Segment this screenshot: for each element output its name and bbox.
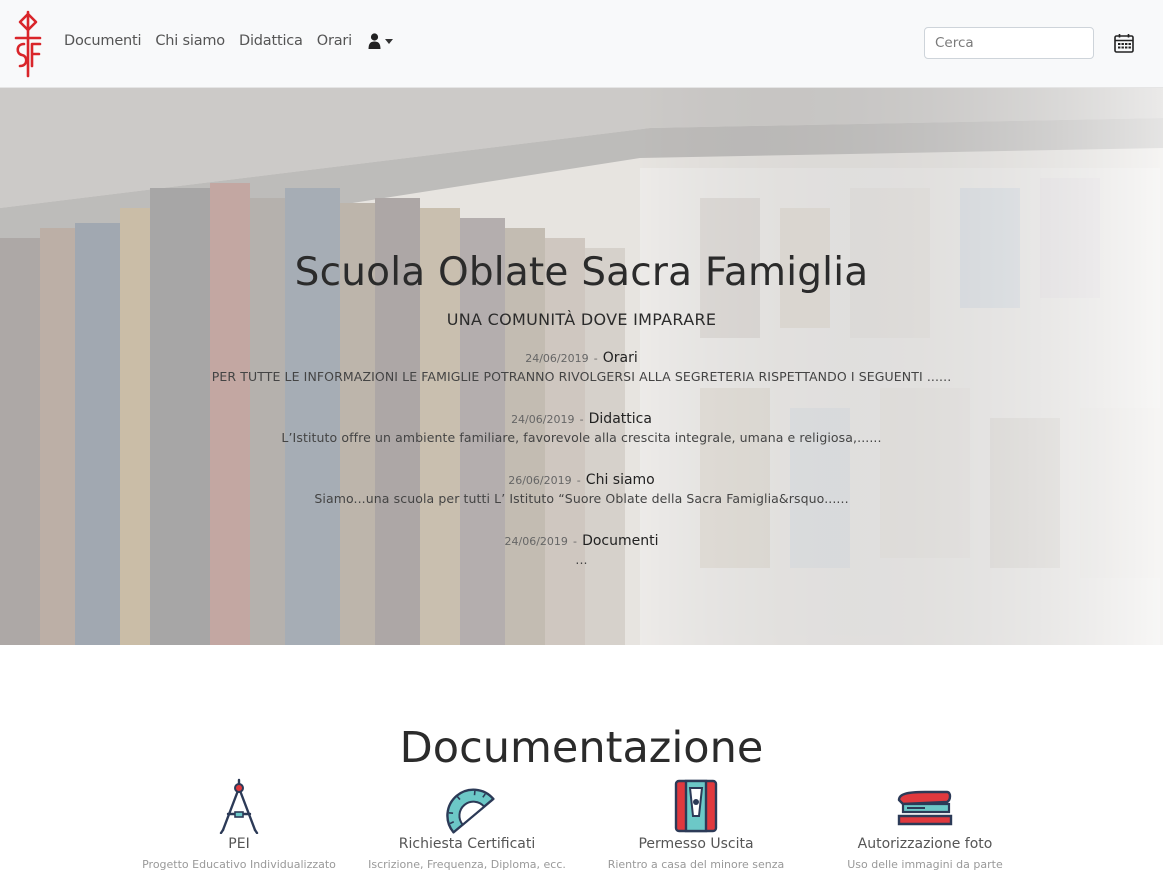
sharpener-icon <box>674 779 718 833</box>
doc-item-pei[interactable]: PEI Progetto Educativo Individualizzato <box>139 778 339 871</box>
documentation-list: PEI Progetto Educativo Individualizzato … <box>0 778 1163 871</box>
doc-item-label: Permesso Uscita <box>638 836 754 852</box>
nav-link-documenti[interactable]: Documenti <box>64 33 142 49</box>
news-date: 24/06/2019 <box>525 352 589 365</box>
news-title-link[interactable]: Orari <box>603 350 638 366</box>
news-item: 24/06/2019 - Orari PER TUTTE LE INFORMAZ… <box>0 347 1163 384</box>
navbar: Documenti Chi siamo Didattica Orari <box>0 0 1163 88</box>
doc-item-label: Autorizzazione foto <box>857 836 993 852</box>
news-title-link[interactable]: Didattica <box>589 411 652 427</box>
chevron-down-icon <box>385 38 393 44</box>
news-excerpt: Siamo...una scuola per tutti L’ Istituto… <box>314 491 849 506</box>
doc-item-description: Iscrizione, Frequenza, Diploma, ecc. <box>368 858 566 871</box>
news-title-link[interactable]: Chi siamo <box>586 472 655 488</box>
news-date: 24/06/2019 <box>511 413 575 426</box>
stapler-icon <box>897 790 953 826</box>
nav-link-chi-siamo[interactable]: Chi siamo <box>155 33 225 49</box>
user-dropdown[interactable] <box>368 33 393 49</box>
protractor-icon <box>446 788 495 834</box>
doc-item-label: Richiesta Certificati <box>398 836 536 852</box>
doc-item-autorizzazione-foto[interactable]: Autorizzazione foto Uso delle immagini d… <box>825 778 1025 871</box>
school-logo-icon[interactable] <box>10 10 46 78</box>
news-date: 26/06/2019 <box>508 474 572 487</box>
calendar-icon[interactable] <box>1113 32 1135 54</box>
doc-item-richiesta-certificati[interactable]: Richiesta Certificati Iscrizione, Freque… <box>367 778 567 871</box>
news-excerpt: PER TUTTE LE INFORMAZIONI LE FAMIGLIE PO… <box>211 369 952 384</box>
main-nav: Documenti Chi siamo Didattica Orari <box>64 33 393 49</box>
doc-item-description: Progetto Educativo Individualizzato <box>142 858 336 871</box>
search-input[interactable] <box>924 27 1094 59</box>
doc-item-description: Uso delle immagini da parte <box>847 858 1003 871</box>
news-item: 26/06/2019 - Chi siamo Siamo...una scuol… <box>0 469 1163 506</box>
hero-subtitle: UNA COMUNITÀ DOVE IMPARARE <box>446 310 717 329</box>
compass-icon <box>219 778 259 834</box>
documentation-title: Documentazione <box>399 723 764 773</box>
doc-item-description: Rientro a casa del minore senza <box>607 858 785 871</box>
user-icon <box>368 33 381 49</box>
doc-item-permesso-uscita[interactable]: Permesso Uscita Rientro a casa del minor… <box>596 778 796 871</box>
news-item: 24/06/2019 - Didattica L’Istituto offre … <box>0 408 1163 445</box>
hero-banner: Scuola Oblate Sacra Famiglia UNA COMUNIT… <box>0 88 1163 645</box>
nav-link-orari[interactable]: Orari <box>317 33 352 49</box>
news-date: 24/06/2019 <box>504 535 568 548</box>
news-excerpt: L’Istituto offre un ambiente familiare, … <box>281 430 882 445</box>
hero-title: Scuola Oblate Sacra Famiglia <box>294 250 869 295</box>
news-title-link[interactable]: Documenti <box>582 533 658 549</box>
news-excerpt: ... <box>575 552 588 567</box>
doc-item-label: PEI <box>228 836 250 852</box>
news-item: 24/06/2019 - Documenti ... <box>0 530 1163 567</box>
nav-link-didattica[interactable]: Didattica <box>239 33 303 49</box>
